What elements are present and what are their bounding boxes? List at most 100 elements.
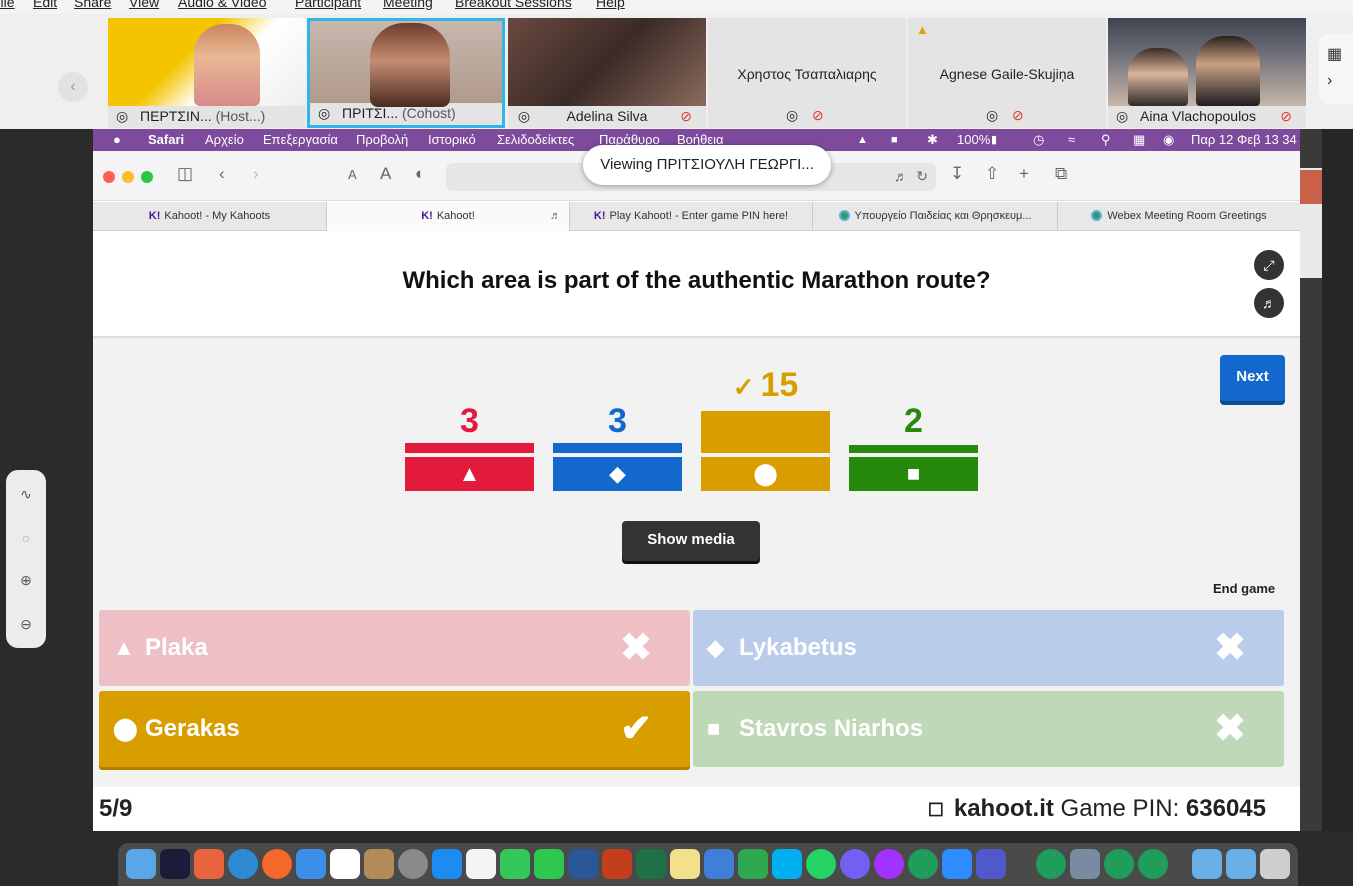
participant-tile[interactable]: ▲ Agnese Gaile-Skujiņa ◎ ⊘	[908, 18, 1106, 128]
mac-menu-file[interactable]: Αρχείο	[205, 129, 244, 151]
mac-menu-edit[interactable]: Επεξεργασία	[263, 129, 338, 151]
sidebar-icon[interactable]: ◫	[177, 164, 193, 184]
zoom-icon[interactable]	[942, 849, 972, 879]
volume-icon[interactable]: ♬	[1254, 288, 1284, 318]
window-minimize-button[interactable]	[122, 171, 134, 183]
participant-tile[interactable]: Χρηστος Τσαπαλιαρης ◎ ⊘	[708, 18, 906, 128]
answer-option-blue[interactable]: ◆ Lykabetus ✖	[693, 610, 1284, 686]
photos-icon[interactable]	[466, 849, 496, 879]
firefox-icon[interactable]	[262, 849, 292, 879]
tab-webex-greetings[interactable]: Webex Meeting Room Greetings	[1058, 202, 1300, 231]
share-icon[interactable]: ⇧	[985, 164, 999, 184]
finder-icon[interactable]	[126, 849, 156, 879]
tab-play-kahoot[interactable]: K! Play Kahoot! - Enter game PIN here!	[570, 202, 813, 231]
answer-option-green[interactable]: ■ Stavros Niarhos ✖	[693, 691, 1284, 767]
menu-audio-video[interactable]: Audio & Video	[178, 0, 266, 10]
shield-icon[interactable]: ▲	[857, 129, 868, 151]
safari-icon[interactable]	[228, 849, 258, 879]
privacy-shield-icon[interactable]: ◐	[415, 164, 425, 184]
webex-app-icon[interactable]	[1104, 849, 1134, 879]
mac-menu-safari[interactable]: Safari	[148, 129, 184, 151]
powerpoint-icon[interactable]	[602, 849, 632, 879]
webex-meetings-icon[interactable]	[1036, 849, 1066, 879]
skype-icon[interactable]	[772, 849, 802, 879]
tab-overview-icon[interactable]: ⧉	[1055, 164, 1067, 184]
next-button[interactable]: Next	[1220, 355, 1285, 401]
facetime-icon[interactable]	[534, 849, 564, 879]
tab-my-kahoots[interactable]: K! Kahoot! - My Kahoots	[93, 202, 327, 231]
menu-meeting[interactable]: Meeting	[383, 0, 433, 10]
chevron-right-icon[interactable]: ›	[1327, 72, 1332, 90]
calendar-icon[interactable]: ▦	[1327, 44, 1342, 64]
webex-teams-icon[interactable]	[1138, 849, 1168, 879]
window-zoom-button[interactable]	[141, 171, 153, 183]
zoom-in-icon[interactable]: ⊕	[6, 572, 46, 589]
messages-icon[interactable]	[500, 849, 530, 879]
menu-edit[interactable]: Edit	[33, 0, 57, 10]
menu-view[interactable]: View	[129, 0, 159, 10]
eraser-icon[interactable]: ○	[6, 530, 46, 546]
answer-option-yellow[interactable]: ⬤ Gerakas ✔	[99, 691, 690, 767]
participant-tile[interactable]: ◎ Adelina Silva ⊘	[508, 18, 706, 128]
menu-share[interactable]: Share	[74, 0, 111, 10]
downloads-folder-icon[interactable]	[1192, 849, 1222, 879]
mac-menu-view[interactable]: Προβολή	[356, 129, 408, 151]
pen-icon[interactable]: ∿	[6, 486, 46, 503]
side-panel-toggle[interactable]: ▦ ›	[1319, 34, 1353, 104]
clock-icon[interactable]: ◷	[1033, 129, 1044, 151]
menu-file[interactable]: File	[0, 0, 15, 10]
participant-tile[interactable]: ◎ Aina Vlachopoulos ⊘	[1108, 18, 1306, 128]
window-close-button[interactable]	[103, 171, 115, 183]
participant-tile-active[interactable]: ◎ ΠΡΙΤΣΙ... (Cohost)	[307, 18, 505, 128]
tab-kahoot[interactable]: K! Kahoot! ♬	[327, 202, 570, 231]
notes-icon[interactable]	[670, 849, 700, 879]
text-larger-icon[interactable]: A	[380, 164, 391, 184]
menu-help[interactable]: Help	[596, 0, 625, 10]
system-preferences-icon[interactable]	[398, 849, 428, 879]
apple-icon[interactable]: ●	[113, 129, 121, 151]
download-icon[interactable]: ↧	[950, 164, 964, 184]
battery-icon[interactable]: ▮	[991, 129, 997, 151]
documents-folder-icon[interactable]	[1226, 849, 1256, 879]
answer-option-red[interactable]: ▲ Plaka ✖	[99, 610, 690, 686]
numbers-icon[interactable]	[738, 849, 768, 879]
flag-icon[interactable]: ■	[891, 129, 898, 151]
speaker-icon[interactable]: ♬	[550, 202, 561, 231]
zoom-out-icon[interactable]: ⊖	[6, 616, 46, 633]
fullscreen-icon[interactable]: ⤢	[1254, 250, 1284, 280]
messenger-icon[interactable]	[874, 849, 904, 879]
webex-icon[interactable]	[908, 849, 938, 879]
viber-icon[interactable]	[840, 849, 870, 879]
bluetooth-icon[interactable]: ✱	[927, 129, 938, 151]
forward-icon[interactable]: ›	[253, 164, 259, 184]
keynote-icon[interactable]	[704, 849, 734, 879]
show-media-button[interactable]: Show media	[622, 521, 760, 561]
siri-icon[interactable]: ◉	[1163, 129, 1174, 151]
trash-icon[interactable]	[1260, 849, 1290, 879]
new-tab-icon[interactable]: +	[1019, 164, 1029, 184]
spotlight-icon[interactable]: ⚲	[1101, 129, 1111, 151]
launchpad-icon[interactable]	[194, 849, 224, 879]
wifi-icon[interactable]: ≈	[1068, 129, 1075, 151]
tab-ministry[interactable]: Υπουργείο Παιδείας και Θρησκευμ...	[813, 202, 1058, 231]
mac-menu-bookmarks[interactable]: Σελιδοδείκτες	[497, 129, 574, 151]
strip-prev-button[interactable]: ‹	[58, 72, 88, 102]
calendar-app-icon[interactable]	[330, 849, 360, 879]
menu-participant[interactable]: Participant	[295, 0, 361, 10]
text-smaller-icon[interactable]: A	[348, 167, 357, 182]
participant-tile[interactable]: ◎ ΠΕΡΤΣΙΝ... (Host...)	[108, 18, 306, 128]
teams-icon[interactable]	[976, 849, 1006, 879]
reload-icon[interactable]: ↻	[916, 168, 928, 185]
word-icon[interactable]	[568, 849, 598, 879]
mail-icon[interactable]	[296, 849, 326, 879]
mac-menu-history[interactable]: Ιστορικό	[428, 129, 476, 151]
app-store-icon[interactable]	[432, 849, 462, 879]
preview-icon[interactable]	[1070, 849, 1100, 879]
whatsapp-icon[interactable]	[806, 849, 836, 879]
excel-icon[interactable]	[636, 849, 666, 879]
audio-playing-icon[interactable]: ♬	[894, 168, 908, 184]
siri-app-icon[interactable]	[160, 849, 190, 879]
control-center-icon[interactable]: ▦	[1133, 129, 1145, 151]
menu-breakout-sessions[interactable]: Breakout Sessions	[455, 0, 572, 10]
contacts-icon[interactable]	[364, 849, 394, 879]
